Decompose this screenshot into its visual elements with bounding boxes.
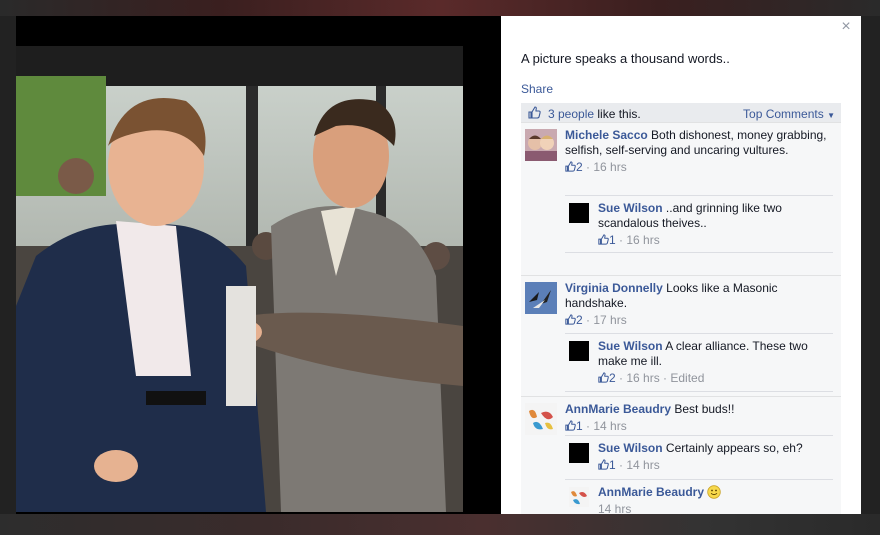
reply-divider bbox=[565, 252, 833, 253]
reply: AnnMarie Beaudry 14 hrs bbox=[565, 479, 833, 514]
avatar[interactable] bbox=[525, 403, 557, 435]
like-count[interactable]: 1 bbox=[609, 233, 616, 247]
avatar[interactable] bbox=[569, 443, 589, 463]
like-count[interactable]: 1 bbox=[609, 458, 616, 472]
close-icon[interactable]: × bbox=[839, 19, 853, 35]
comments-panel: × A picture speaks a thousand words.. Sh… bbox=[501, 16, 861, 514]
comment-meta: 2 · 16 hrs bbox=[565, 160, 827, 175]
reply-author[interactable]: Sue Wilson bbox=[598, 201, 663, 215]
caret-down-icon: ▼ bbox=[827, 111, 835, 120]
comment-meta: 1 · 14 hrs bbox=[565, 419, 827, 434]
reply-meta: 2 · 16 hrs · Edited bbox=[598, 371, 828, 386]
post-caption: A picture speaks a thousand words.. bbox=[521, 51, 730, 66]
likes-suffix: like this. bbox=[594, 107, 641, 121]
reply: Sue Wilson ..and grinning like two scand… bbox=[565, 195, 833, 252]
comment-text: Best buds!! bbox=[671, 402, 735, 416]
reply-meta: 1 · 14 hrs bbox=[598, 458, 828, 473]
avatar[interactable] bbox=[525, 129, 557, 161]
reply-body: AnnMarie Beaudry 14 hrs bbox=[598, 485, 828, 514]
reply-author[interactable]: Sue Wilson bbox=[598, 441, 663, 455]
comment: Virginia Donnelly Looks like a Masonic h… bbox=[521, 276, 841, 396]
reply-body: Sue Wilson ..and grinning like two scand… bbox=[598, 201, 828, 248]
reply-meta: 14 hrs bbox=[598, 502, 828, 514]
smiley-icon bbox=[707, 485, 721, 499]
comment: AnnMarie Beaudry Best buds!! 1 · 14 hrs … bbox=[521, 397, 841, 514]
comment-author[interactable]: Michele Sacco bbox=[565, 128, 648, 142]
comment-body: Michele Sacco Both dishonest, money grab… bbox=[565, 128, 827, 175]
comment-body: AnnMarie Beaudry Best buds!! 1 · 14 hrs bbox=[565, 402, 827, 434]
photo-illustration bbox=[16, 46, 463, 512]
reply-time[interactable]: · 16 hrs bbox=[616, 233, 660, 247]
like-count[interactable]: 2 bbox=[576, 160, 583, 174]
reply-time[interactable]: · 14 hrs bbox=[616, 458, 660, 472]
like-thumb-icon[interactable] bbox=[565, 314, 576, 325]
comments-list: Michele Sacco Both dishonest, money grab… bbox=[521, 123, 841, 514]
reply: Sue Wilson A clear alliance. These two m… bbox=[565, 333, 833, 392]
comment-time[interactable]: · 17 hrs bbox=[583, 313, 627, 327]
like-thumb-icon[interactable] bbox=[598, 234, 609, 245]
reply-author[interactable]: AnnMarie Beaudry bbox=[598, 485, 704, 499]
like-count[interactable]: 1 bbox=[576, 419, 583, 433]
likes-bar: 3 people like this. Top Comments ▼ bbox=[521, 103, 841, 123]
reply-time[interactable]: 14 hrs bbox=[598, 502, 631, 514]
avatar[interactable] bbox=[525, 282, 557, 314]
comment: Michele Sacco Both dishonest, money grab… bbox=[521, 123, 841, 274]
background-strip-top bbox=[0, 0, 880, 16]
comment-time[interactable]: · 16 hrs bbox=[583, 160, 627, 174]
comment-time[interactable]: · 14 hrs bbox=[583, 419, 627, 433]
photo[interactable] bbox=[16, 46, 463, 512]
like-thumb-icon[interactable] bbox=[598, 459, 609, 470]
like-thumb-icon[interactable] bbox=[598, 372, 609, 383]
likes-count-link[interactable]: 3 people bbox=[548, 107, 594, 121]
like-thumb-icon bbox=[528, 106, 541, 119]
avatar[interactable] bbox=[569, 203, 589, 223]
comment-meta: 2 · 17 hrs bbox=[565, 313, 827, 328]
reply-text: Certainly appears so, eh? bbox=[662, 441, 803, 455]
reply-time[interactable]: · 16 hrs · Edited bbox=[616, 371, 704, 385]
reply-body: Sue Wilson Certainly appears so, eh? 1 ·… bbox=[598, 441, 828, 473]
top-comments-label: Top Comments bbox=[743, 107, 824, 121]
likes-summary: 3 people like this. bbox=[548, 107, 641, 121]
comment-author[interactable]: Virginia Donnelly bbox=[565, 281, 663, 295]
reply-author[interactable]: Sue Wilson bbox=[598, 339, 663, 353]
like-thumb-icon[interactable] bbox=[565, 420, 576, 431]
like-count[interactable]: 2 bbox=[609, 371, 616, 385]
avatar[interactable] bbox=[569, 341, 589, 361]
comment-body: Virginia Donnelly Looks like a Masonic h… bbox=[565, 281, 827, 328]
avatar[interactable] bbox=[569, 487, 589, 507]
like-thumb-icon[interactable] bbox=[565, 161, 576, 172]
background-strip-bottom bbox=[0, 514, 880, 535]
comment-author[interactable]: AnnMarie Beaudry bbox=[565, 402, 671, 416]
reply-meta: 1 · 16 hrs bbox=[598, 233, 828, 248]
like-count[interactable]: 2 bbox=[576, 313, 583, 327]
reply-body: Sue Wilson A clear alliance. These two m… bbox=[598, 339, 828, 386]
top-comments-dropdown[interactable]: Top Comments ▼ bbox=[743, 107, 835, 121]
share-link[interactable]: Share bbox=[521, 82, 553, 96]
reply: Sue Wilson Certainly appears so, eh? 1 ·… bbox=[565, 435, 833, 477]
